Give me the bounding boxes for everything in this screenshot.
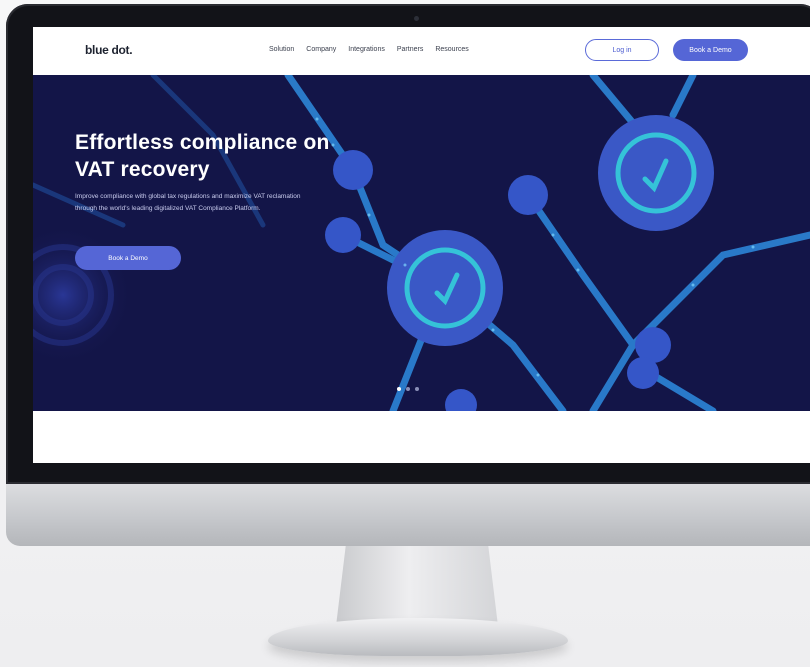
monitor-chin [6,484,810,546]
screen: blue dot. Solution Company Integrations … [33,27,810,463]
network-lines [284,75,810,411]
hero-book-demo-button[interactable]: Book a Demo [75,246,181,270]
book-demo-button[interactable]: Book a Demo [673,39,748,61]
carousel-dots [397,387,419,391]
hero-banner: Effortless compliance on VAT recovery Im… [33,75,810,411]
hero-title: Effortless compliance on VAT recovery [75,129,375,183]
hero-title-line-1: Effortless compliance on [75,131,330,154]
check-node-center [387,230,503,346]
below-hero-section [33,411,810,463]
hero-subtitle: Improve compliance with global tax regul… [75,193,301,212]
site-logo[interactable]: blue dot. [85,43,133,57]
login-button[interactable]: Log in [585,39,659,61]
check-node-top-right [598,115,714,231]
nav-link-integrations[interactable]: Integrations [348,46,385,53]
nav-link-partners[interactable]: Partners [397,46,423,53]
hero-title-line-2: VAT recovery [75,158,210,181]
nav-link-company[interactable]: Company [306,46,336,53]
camera-dot [414,16,419,21]
carousel-dot-2[interactable] [406,387,410,391]
nav-link-solution[interactable]: Solution [269,46,294,53]
monitor-stand-base [268,618,568,656]
monitor-stand-neck [336,546,498,626]
network-illustration [33,75,810,411]
navbar: blue dot. Solution Company Integrations … [33,27,810,75]
carousel-dot-1[interactable] [397,387,401,391]
carousel-dot-3[interactable] [415,387,419,391]
nav-links: Solution Company Integrations Partners R… [269,46,469,53]
nav-link-resources[interactable]: Resources [435,46,468,53]
